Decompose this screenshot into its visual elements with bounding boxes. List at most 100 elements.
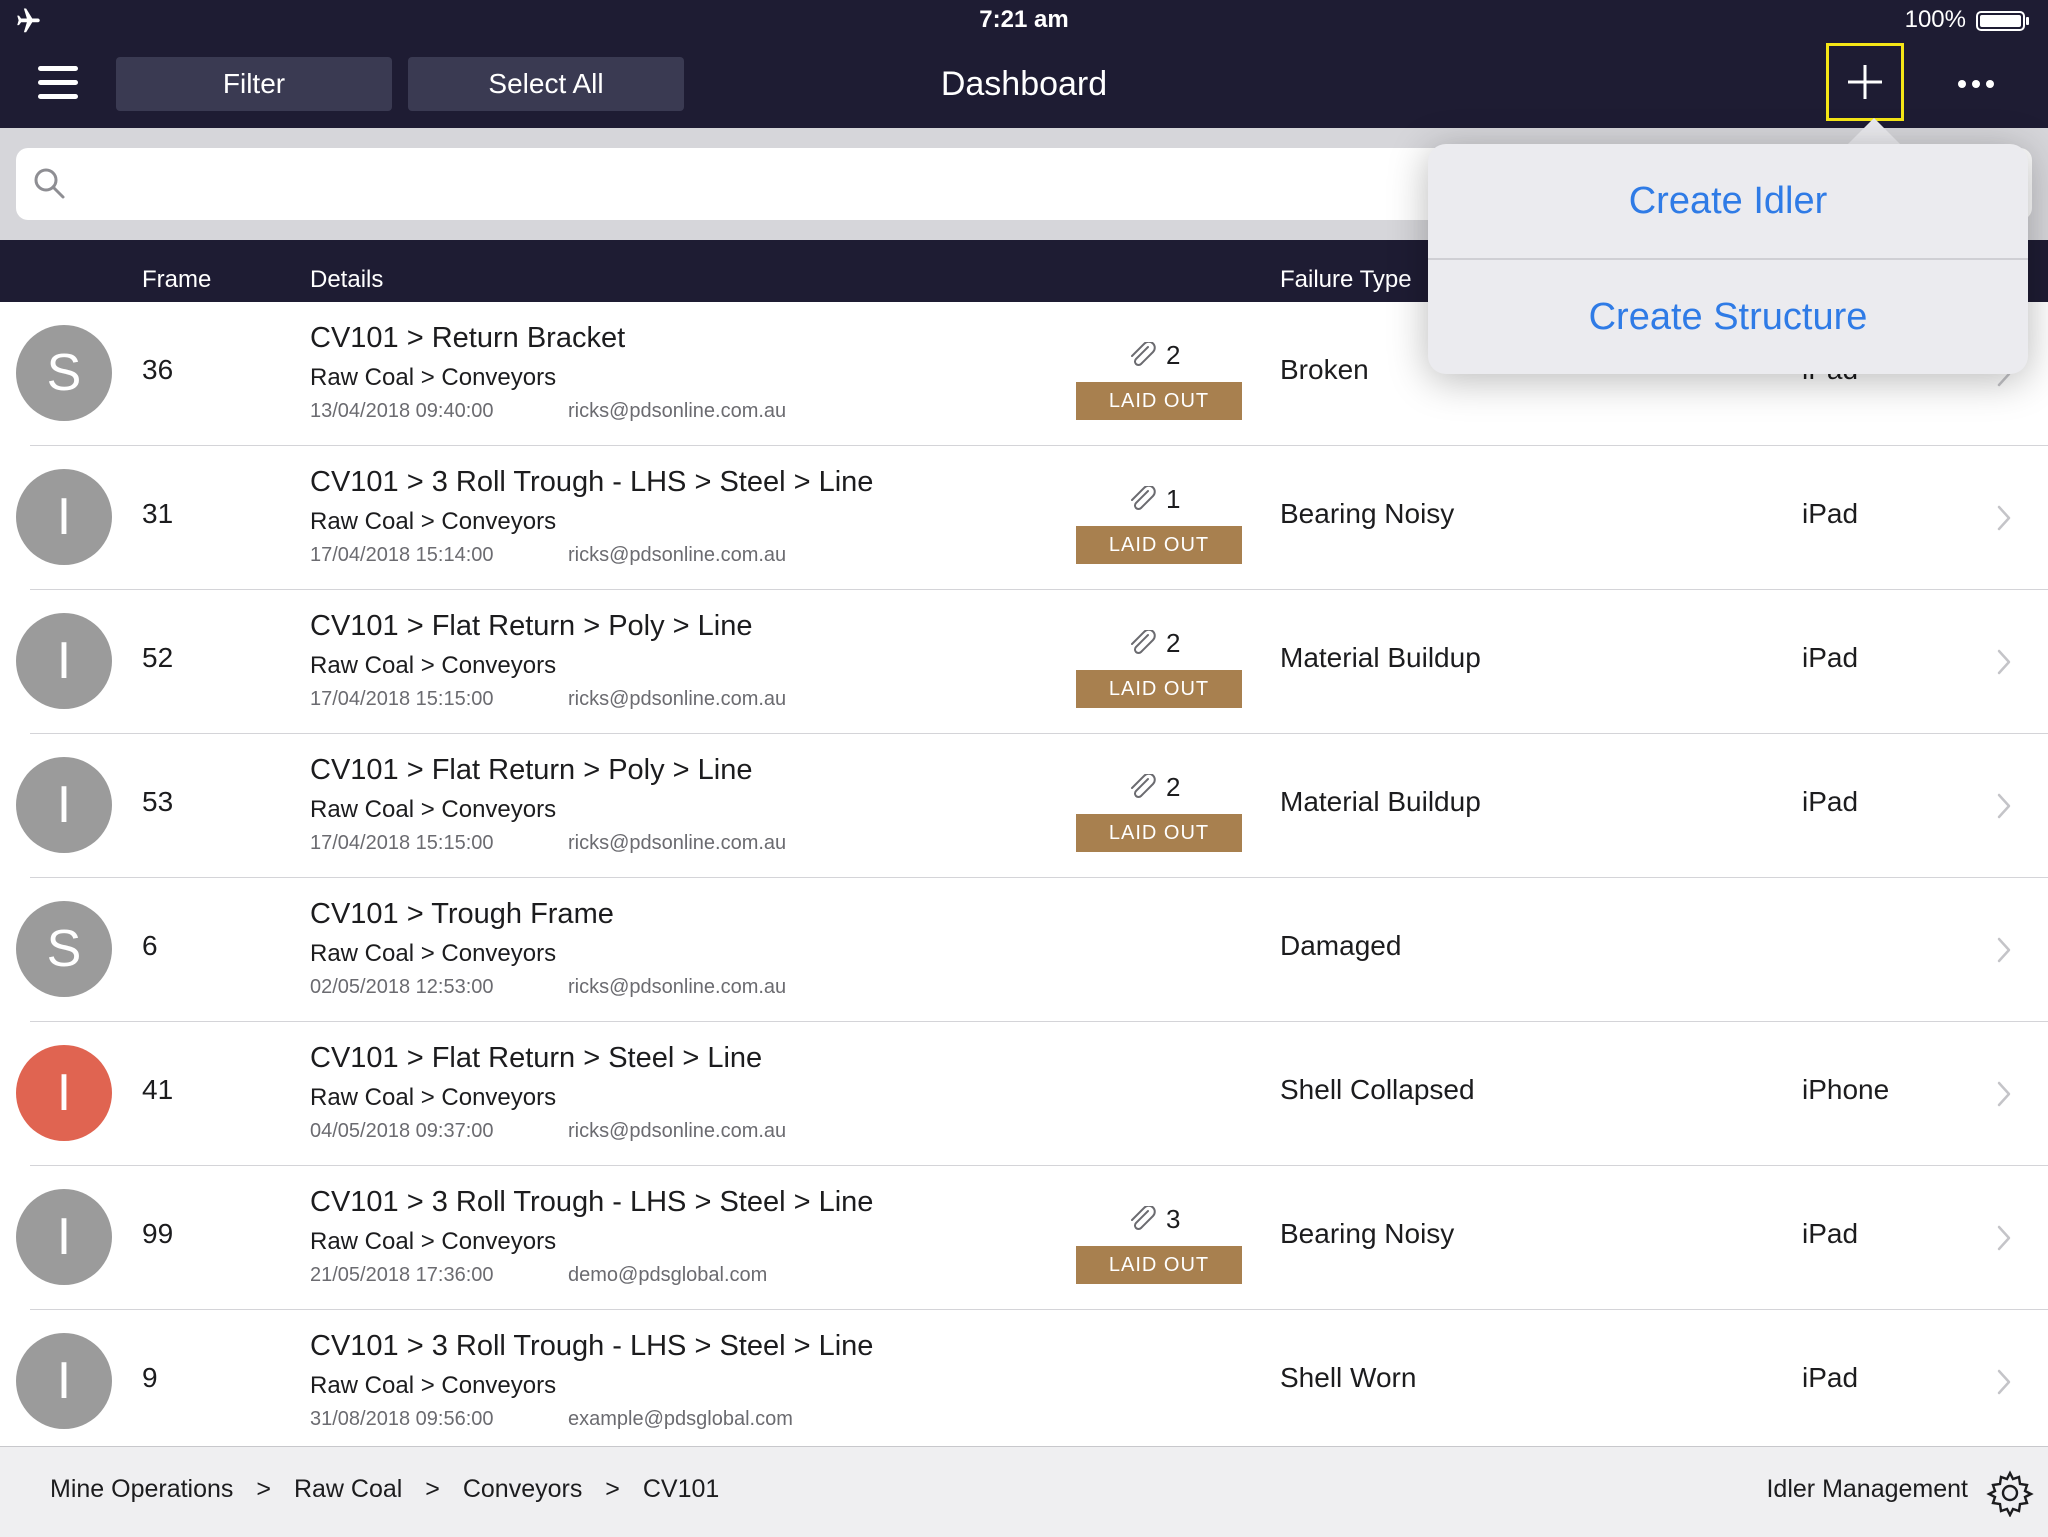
battery-icon xyxy=(1976,11,2029,31)
attachment-count: 2 xyxy=(1128,340,1188,370)
chevron-right-icon[interactable] xyxy=(1996,1368,2012,1396)
breadcrumb-separator: > xyxy=(256,1475,271,1503)
frame-number: 52 xyxy=(142,642,174,673)
failure-type: Shell Worn xyxy=(1280,1362,1417,1393)
ellipsis-icon xyxy=(1958,80,1966,88)
row-timestamp: 31/08/2018 09:56:00 xyxy=(310,1408,494,1430)
breadcrumb-separator: > xyxy=(425,1475,440,1503)
battery-percentage: 100% xyxy=(1904,6,1966,33)
row-timestamp: 17/04/2018 15:15:00 xyxy=(310,832,494,854)
attachment-count-value: 2 xyxy=(1166,340,1181,370)
row-timestamp: 17/04/2018 15:14:00 xyxy=(310,544,494,566)
row-title: CV101 > Flat Return > Poly > Line xyxy=(310,610,753,642)
breadcrumb-cv101[interactable]: CV101 xyxy=(643,1475,719,1503)
row-location: Raw Coal > Conveyors xyxy=(310,1372,557,1399)
status-badge: LAID OUT xyxy=(1076,670,1242,708)
table-row[interactable]: I 99 CV101 > 3 Roll Trough - LHS > Steel >… xyxy=(0,1166,2048,1310)
add-button[interactable] xyxy=(1826,43,1904,121)
paperclip-icon xyxy=(1131,1206,1156,1231)
table-row[interactable]: S 6 CV101 > Trough Frame Raw Coal > Conveyo… xyxy=(0,878,2048,1022)
device-type: iPad xyxy=(1802,1362,1859,1393)
row-location: Raw Coal > Conveyors xyxy=(310,364,557,391)
device-type: iPad xyxy=(1802,786,1859,817)
navigation-bar: Filter Select All Dashboard xyxy=(0,40,2048,128)
row-reporter-email: example@pdsglobal.com xyxy=(568,1408,793,1430)
row-location: Raw Coal > Conveyors xyxy=(310,652,557,679)
row-reporter-email: ricks@pdsonline.com.au xyxy=(568,976,787,998)
filter-button[interactable]: Filter xyxy=(116,57,392,111)
status-badge: LAID OUT xyxy=(1076,1246,1242,1284)
column-header-failure-type[interactable]: Failure Type xyxy=(1280,266,1412,294)
frame-number: 6 xyxy=(142,930,158,961)
breadcrumb-mine-operations[interactable]: Mine Operations xyxy=(50,1475,233,1503)
device-type: iPad xyxy=(1802,498,1859,529)
attachment-count: 2 xyxy=(1128,628,1188,658)
frame-number: 31 xyxy=(142,498,174,529)
create-structure-menu-item[interactable]: Create Structure xyxy=(1428,260,2028,374)
frame-number: 36 xyxy=(142,354,174,385)
column-header-frame[interactable]: Frame xyxy=(142,266,211,294)
status-badge: LAID OUT xyxy=(1076,814,1242,852)
frame-number: 41 xyxy=(142,1074,174,1105)
failure-type: Damaged xyxy=(1280,930,1402,961)
chevron-right-icon[interactable] xyxy=(1996,504,2012,532)
failure-type: Material Buildup xyxy=(1280,642,1481,673)
failure-type: Material Buildup xyxy=(1280,786,1481,817)
attachment-count-value: 1 xyxy=(1166,484,1181,514)
chevron-right-icon[interactable] xyxy=(1996,1080,2012,1108)
row-title: CV101 > 3 Roll Trough - LHS > Steel > Li… xyxy=(310,1186,874,1218)
row-location: Raw Coal > Conveyors xyxy=(310,940,557,967)
breadcrumb-raw-coal[interactable]: Raw Coal xyxy=(294,1475,402,1503)
select-all-button[interactable]: Select All xyxy=(408,57,684,111)
table-row[interactable]: I 53 CV101 > Flat Return > Poly > Line Raw … xyxy=(0,734,2048,878)
row-reporter-email: ricks@pdsonline.com.au xyxy=(568,688,787,710)
chevron-right-icon[interactable] xyxy=(1996,792,2012,820)
search-icon xyxy=(34,168,65,199)
app-label: Idler Management xyxy=(1766,1475,1968,1503)
row-timestamp: 02/05/2018 12:53:00 xyxy=(310,976,494,998)
table-row[interactable]: I 31 CV101 > 3 Roll Trough - LHS > Steel >… xyxy=(0,446,2048,590)
gear-icon[interactable] xyxy=(1986,1469,2034,1517)
chevron-right-icon[interactable] xyxy=(1996,936,2012,964)
avatar: I xyxy=(16,1333,112,1429)
column-header-details[interactable]: Details xyxy=(310,266,383,294)
row-timestamp: 04/05/2018 09:37:00 xyxy=(310,1120,494,1142)
clock: 7:21 am xyxy=(979,6,1069,33)
row-reporter-email: ricks@pdsonline.com.au xyxy=(568,400,787,422)
chevron-right-icon[interactable] xyxy=(1996,1224,2012,1252)
row-reporter-email: ricks@pdsonline.com.au xyxy=(568,1120,787,1142)
hamburger-menu-icon[interactable] xyxy=(38,64,80,100)
row-reporter-email: ricks@pdsonline.com.au xyxy=(568,832,787,854)
row-location: Raw Coal > Conveyors xyxy=(310,796,557,823)
attachment-count-value: 2 xyxy=(1166,772,1181,802)
more-options-button[interactable] xyxy=(1954,66,1998,100)
device-type: iPhone xyxy=(1802,1074,1890,1105)
row-title: CV101 > Trough Frame xyxy=(310,898,614,930)
status-badge: LAID OUT xyxy=(1076,526,1242,564)
row-title: CV101 > Return Bracket xyxy=(310,322,626,354)
popover-arrow xyxy=(1848,118,1900,144)
failure-type: Bearing Noisy xyxy=(1280,498,1455,529)
table-row[interactable]: I 9 CV101 > 3 Roll Trough - LHS > Steel > … xyxy=(0,1310,2048,1454)
row-title: CV101 > Flat Return > Poly > Line xyxy=(310,754,753,786)
avatar: I xyxy=(16,757,112,853)
table-row[interactable]: I 41 CV101 > Flat Return > Steel > Line Raw… xyxy=(0,1022,2048,1166)
status-bar: 7:21 am 100% xyxy=(0,0,2048,40)
table-row[interactable]: I 52 CV101 > Flat Return > Poly > Line Raw … xyxy=(0,590,2048,734)
row-reporter-email: demo@pdsglobal.com xyxy=(568,1264,768,1286)
attachment-count-value: 2 xyxy=(1166,628,1181,658)
attachment-count: 3 xyxy=(1128,1204,1188,1234)
row-title: CV101 > Flat Return > Steel > Line xyxy=(310,1042,763,1074)
device-type: iPad xyxy=(1802,642,1859,673)
create-idler-menu-item[interactable]: Create Idler xyxy=(1428,144,2028,258)
row-timestamp: 21/05/2018 17:36:00 xyxy=(310,1264,494,1286)
avatar: I xyxy=(16,613,112,709)
frame-number: 53 xyxy=(142,786,174,817)
attachment-count: 2 xyxy=(1128,772,1188,802)
avatar: I xyxy=(16,1045,112,1141)
breadcrumb: Mine Operations > Raw Coal > Conveyors >… xyxy=(50,1475,719,1504)
row-timestamp: 17/04/2018 15:15:00 xyxy=(310,688,494,710)
breadcrumb-conveyors[interactable]: Conveyors xyxy=(463,1475,583,1503)
row-title: CV101 > 3 Roll Trough - LHS > Steel > Li… xyxy=(310,466,874,498)
chevron-right-icon[interactable] xyxy=(1996,648,2012,676)
